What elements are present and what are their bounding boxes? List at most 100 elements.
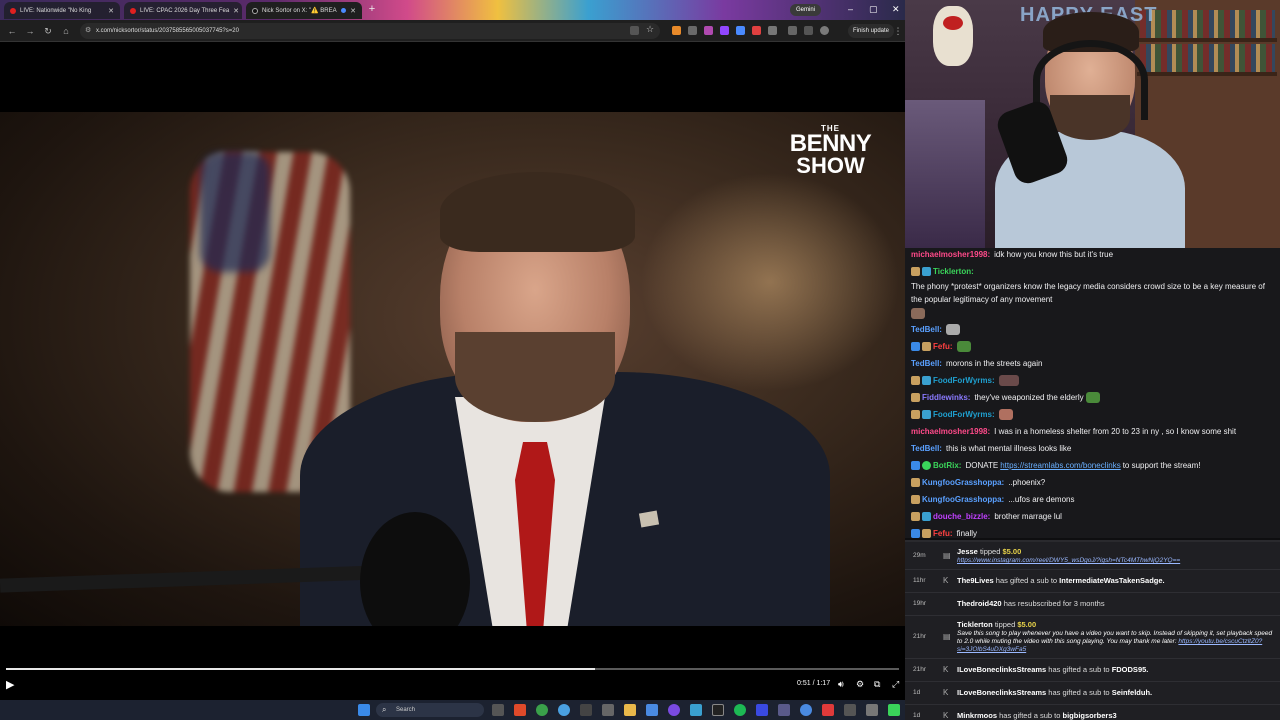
event-note-link[interactable]: https://www.instagram.com/reel/DWY5_wsDg… <box>957 557 1180 564</box>
extension-icon[interactable] <box>752 26 761 35</box>
reload-icon[interactable]: ↻ <box>42 25 54 37</box>
video-player[interactable]: THE BENNY SHOW ▶ 0:51 / 1:17 🔊︎ ⚙ ⧉ ⤢ <box>0 42 905 700</box>
progress-bar[interactable] <box>6 668 899 670</box>
chat-username[interactable]: Ticklerton: <box>933 265 974 278</box>
back-icon[interactable]: ← <box>6 25 18 37</box>
fullscreen-icon[interactable]: ⤢ <box>892 679 899 690</box>
sub-badge-icon <box>911 393 920 402</box>
event-user: ILoveBoneclinksStreams <box>957 688 1047 697</box>
event-row[interactable]: 1d K ILoveBoneclinksStreams has gifted a… <box>905 682 1280 705</box>
event-row[interactable]: 1d K Minkrmoos has gifted a sub to bigbi… <box>905 705 1280 720</box>
event-row[interactable]: 29m ▤ Jesse tipped $5.00 https://www.ins… <box>905 542 1280 570</box>
chat-message: michaelmosher1998: idk how you know this… <box>911 248 1274 261</box>
event-row[interactable]: 21hr ▤ Ticklerton tipped $5.00 Save this… <box>905 616 1280 659</box>
address-bar[interactable]: ⚙ x.com/nicksortor/status/20375855650050… <box>80 23 660 39</box>
close-icon[interactable]: ✕ <box>350 7 356 15</box>
menu-kebab-icon[interactable]: ⋮ <box>892 25 904 37</box>
app-icon[interactable] <box>514 704 526 716</box>
extension-icon[interactable] <box>672 26 681 35</box>
video-frame[interactable]: THE BENNY SHOW <box>0 112 905 626</box>
app-icon[interactable] <box>822 704 834 716</box>
chat-username[interactable]: KungfooGrasshoppa: <box>922 476 1004 489</box>
picture-in-picture-icon[interactable]: ⧉ <box>874 679 880 690</box>
chat-message: TedBell: morons in the streets again <box>911 357 1274 370</box>
event-user: Ticklerton <box>957 620 993 629</box>
close-icon[interactable]: ✕ <box>108 7 114 15</box>
tip-icon: ▤ <box>943 550 951 560</box>
tab-nationwide[interactable]: LIVE: Nationwide "No King ✕ <box>4 2 120 19</box>
chat-username[interactable]: KungfooGrasshoppa: <box>922 493 1004 506</box>
chat-username[interactable]: TedBell: <box>911 357 942 370</box>
volume-icon[interactable]: 🔊︎ <box>838 679 844 690</box>
app-icon[interactable] <box>778 704 790 716</box>
bookshelf-books <box>1140 10 1275 38</box>
event-row[interactable]: 21hr K ILoveBoneclinksStreams has gifted… <box>905 659 1280 682</box>
twitch-extension-icon[interactable] <box>720 26 729 35</box>
extension-icon[interactable] <box>704 26 713 35</box>
mod-badge-icon <box>911 461 920 470</box>
app-icon[interactable] <box>888 704 900 716</box>
file-explorer-icon[interactable] <box>624 704 636 716</box>
extension-icon[interactable] <box>688 26 697 35</box>
home-icon[interactable]: ⌂ <box>60 25 72 37</box>
obs-icon[interactable] <box>712 704 724 716</box>
chat-username[interactable]: FoodForWyrms: <box>933 408 995 421</box>
audio-icon <box>340 8 346 13</box>
sidebar-icon[interactable] <box>788 26 797 35</box>
chat-username[interactable]: TedBell: <box>911 323 942 336</box>
site-info-icon[interactable]: ⚙ <box>85 23 91 39</box>
app-icon[interactable] <box>800 704 812 716</box>
task-view-icon[interactable] <box>492 704 504 716</box>
maximize-icon[interactable]: ▢ <box>869 4 878 14</box>
puzzle-icon[interactable] <box>768 26 777 35</box>
event-target: Seinfelduh. <box>1111 688 1153 697</box>
app-icon[interactable] <box>756 704 768 716</box>
tab-x-post[interactable]: Nick Sortor on X: "⚠️ BREA ✕ <box>246 2 362 19</box>
app-icon[interactable] <box>866 704 878 716</box>
new-tab-button[interactable]: + <box>366 3 378 15</box>
chrome-icon[interactable] <box>536 704 548 716</box>
app-icon[interactable] <box>580 704 592 716</box>
close-window-icon[interactable]: ✕ <box>892 4 900 14</box>
app-icon[interactable] <box>844 704 856 716</box>
chat-username[interactable]: Fiddlewinks: <box>922 391 970 404</box>
chat-username[interactable]: FoodForWyrms: <box>933 374 995 387</box>
chat-username[interactable]: michaelmosher1998: <box>911 248 990 261</box>
chat-username[interactable]: Fefu: <box>933 527 953 540</box>
app-icon[interactable] <box>646 704 658 716</box>
settings-gear-icon[interactable]: ⚙ <box>856 679 864 690</box>
chrome-icon[interactable] <box>558 704 570 716</box>
chat-username[interactable]: michaelmosher1998: <box>911 425 990 438</box>
gemini-button[interactable]: Gemini <box>790 4 822 16</box>
event-action: has gifted a sub to <box>995 576 1058 585</box>
minimize-icon[interactable]: – <box>848 4 853 14</box>
extension-icon[interactable] <box>736 26 745 35</box>
taskbar-search[interactable]: ⌕ Search <box>376 703 484 717</box>
browser-window: LIVE: Nationwide "No King ✕ LIVE: CPAC 2… <box>0 0 905 700</box>
windows-taskbar: ⌕ Search <box>0 700 905 720</box>
chat-username[interactable]: douche_bizzle: <box>933 510 990 523</box>
app-icon[interactable] <box>602 704 614 716</box>
donate-link[interactable]: https://streamlabs.com/boneclinks <box>1000 459 1121 472</box>
tab-cpac[interactable]: LIVE: CPAC 2026 Day Three Fea ✕ <box>124 2 242 19</box>
chat-username[interactable]: TedBell: <box>911 442 942 455</box>
profile-avatar-icon[interactable] <box>820 26 829 35</box>
close-icon[interactable]: ✕ <box>233 7 239 15</box>
spotify-icon[interactable] <box>734 704 746 716</box>
chat-text: this is what mental illness looks like <box>945 444 1072 453</box>
bookmark-star-icon[interactable]: ☆ <box>646 24 655 34</box>
app-icon[interactable] <box>668 704 680 716</box>
cast-icon[interactable] <box>630 26 639 35</box>
finish-update-button[interactable]: Finish update <box>848 24 895 38</box>
event-user: ILoveBoneclinksStreams <box>957 665 1047 674</box>
chat-username[interactable]: Fefu: <box>933 340 953 353</box>
app-icon[interactable] <box>690 704 702 716</box>
chat-username[interactable]: BotRix: <box>933 459 961 472</box>
windows-start-icon[interactable] <box>358 704 370 716</box>
event-row[interactable]: 11hr K The9Lives has gifted a sub to Int… <box>905 570 1280 593</box>
forward-icon[interactable]: → <box>24 25 36 37</box>
chat-message: KungfooGrasshoppa: ...ufos are demons <box>911 493 1274 506</box>
play-icon[interactable]: ▶ <box>6 678 14 691</box>
event-row[interactable]: 19hr Thedroid420 has resubscribed for 3 … <box>905 593 1280 616</box>
download-icon[interactable] <box>804 26 813 35</box>
